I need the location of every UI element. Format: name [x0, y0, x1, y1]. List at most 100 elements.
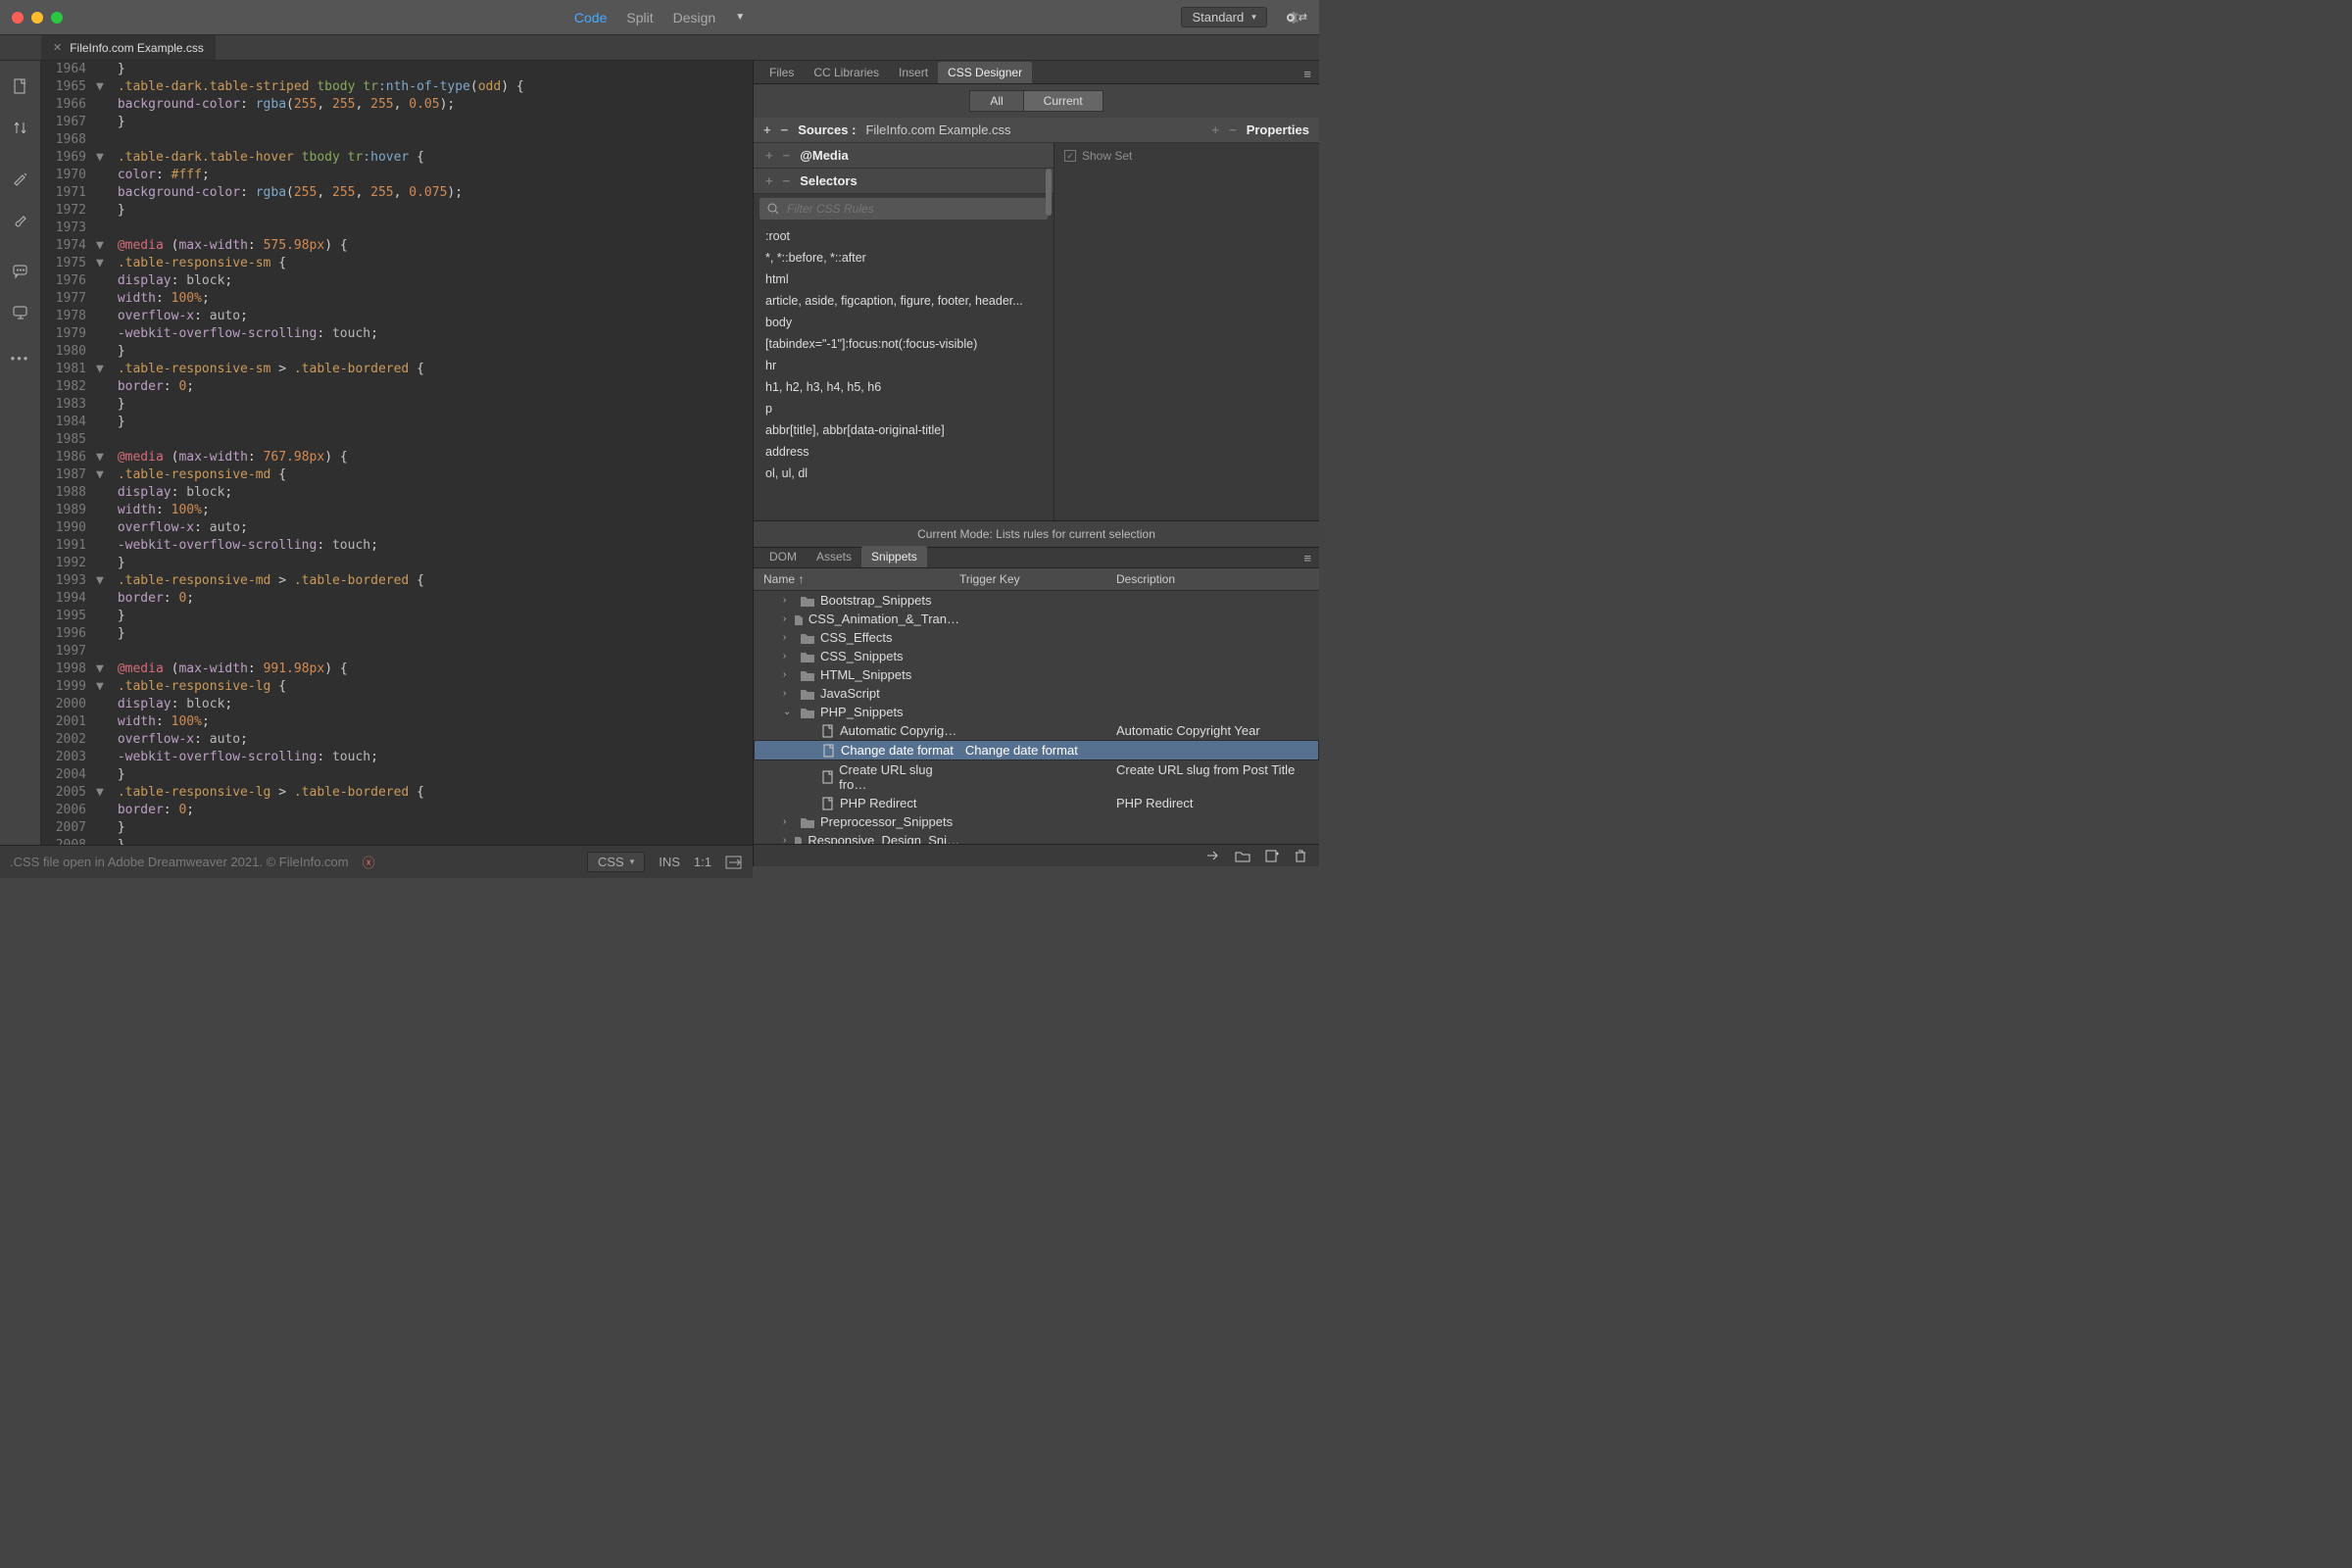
tab-files[interactable]: Files	[760, 62, 804, 83]
code-line[interactable]: 1967 }	[41, 114, 753, 131]
code-line[interactable]: 1991 -webkit-overflow-scrolling: touch;	[41, 537, 753, 555]
selector-item[interactable]: ol, ul, dl	[763, 463, 1044, 484]
selector-item[interactable]: article, aside, figcaption, figure, foot…	[763, 290, 1044, 312]
snippet-folder[interactable]: ›CSS_Snippets	[754, 647, 1319, 665]
remove-property-icon[interactable]: −	[1229, 122, 1237, 137]
filter-input[interactable]	[787, 202, 1040, 216]
col-trigger[interactable]: Trigger Key	[959, 572, 1116, 586]
selector-item[interactable]: html	[763, 269, 1044, 290]
snippet-folder[interactable]: ›JavaScript	[754, 684, 1319, 703]
tab-assets[interactable]: Assets	[807, 546, 861, 567]
code-line[interactable]: 1965▼ .table-dark.table-striped tbody tr…	[41, 78, 753, 96]
code-line[interactable]: 1988 display: block;	[41, 484, 753, 502]
tab-dom[interactable]: DOM	[760, 546, 807, 567]
code-line[interactable]: 1996 }	[41, 625, 753, 643]
selector-item[interactable]: abbr[title], abbr[data-original-title]	[763, 419, 1044, 441]
code-line[interactable]: 1980 }	[41, 343, 753, 361]
insert-mode[interactable]: INS	[659, 855, 680, 869]
view-split[interactable]: Split	[626, 10, 653, 25]
code-line[interactable]: 1990 overflow-x: auto;	[41, 519, 753, 537]
close-tab-icon[interactable]: ✕	[53, 41, 62, 54]
selector-item[interactable]: hr	[763, 355, 1044, 376]
code-line[interactable]: 1995 }	[41, 608, 753, 625]
sources-file[interactable]: FileInfo.com Example.css	[865, 122, 1010, 137]
code-line[interactable]: 1984 }	[41, 414, 753, 431]
code-line[interactable]: 2000 display: block;	[41, 696, 753, 713]
scrollbar-thumb[interactable]	[1046, 169, 1052, 216]
code-line[interactable]: 2004 }	[41, 766, 753, 784]
code-line[interactable]: 1997	[41, 643, 753, 661]
overflow-icon[interactable]	[725, 855, 743, 870]
snippet-folder[interactable]: ›CSS_Effects	[754, 628, 1319, 647]
code-line[interactable]: 1970 color: #fff;	[41, 167, 753, 184]
remove-source-icon[interactable]: −	[781, 122, 789, 137]
snippet-folder[interactable]: ›CSS_Animation_&_Tran…	[754, 610, 1319, 628]
code-line[interactable]: 1983 }	[41, 396, 753, 414]
col-name[interactable]: Name ↑	[763, 572, 959, 586]
show-set-toggle[interactable]: ✓ Show Set	[1064, 149, 1309, 163]
code-line[interactable]: 1977 width: 100%;	[41, 290, 753, 308]
language-select[interactable]: CSS ▾	[587, 852, 645, 872]
code-line[interactable]: 2002 overflow-x: auto;	[41, 731, 753, 749]
wand-icon[interactable]	[12, 171, 29, 188]
code-line[interactable]: 1985	[41, 431, 753, 449]
code-line[interactable]: 1993▼ .table-responsive-md > .table-bord…	[41, 572, 753, 590]
file-manage-icon[interactable]	[12, 78, 29, 96]
selector-item[interactable]: p	[763, 398, 1044, 419]
remove-selector-icon[interactable]: −	[783, 173, 791, 188]
tab-css-designer[interactable]: CSS Designer	[938, 62, 1032, 83]
close-window[interactable]	[12, 12, 24, 24]
code-line[interactable]: 1978 overflow-x: auto;	[41, 308, 753, 325]
lower-panel-menu-icon[interactable]: ≡	[1296, 549, 1319, 567]
snippet-folder[interactable]: ›Preprocessor_Snippets	[754, 812, 1319, 831]
add-property-icon[interactable]: +	[1212, 122, 1220, 137]
snippet-file[interactable]: Change date formatChange date format	[754, 740, 1319, 760]
code-line[interactable]: 1998▼ @media (max-width: 991.98px) {	[41, 661, 753, 678]
view-code[interactable]: Code	[574, 10, 607, 25]
snippet-folder[interactable]: ›HTML_Snippets	[754, 665, 1319, 684]
add-media-icon[interactable]: +	[765, 148, 773, 163]
sync-settings-icon[interactable]: ⇄	[1281, 10, 1307, 25]
code-line[interactable]: 2007 }	[41, 819, 753, 837]
snippet-new-icon[interactable]	[1264, 849, 1280, 862]
tab-insert[interactable]: Insert	[889, 62, 938, 83]
toggle-current[interactable]: Current	[1024, 90, 1103, 112]
snippet-folder[interactable]: ⌄PHP_Snippets	[754, 703, 1319, 721]
code-line[interactable]: 1981▼ .table-responsive-sm > .table-bord…	[41, 361, 753, 378]
remove-media-icon[interactable]: −	[783, 148, 791, 163]
view-more-icon[interactable]: ▼	[735, 12, 745, 23]
selector-item[interactable]: address	[763, 441, 1044, 463]
code-line[interactable]: 1974▼ @media (max-width: 575.98px) {	[41, 237, 753, 255]
selector-item[interactable]: body	[763, 312, 1044, 333]
code-line[interactable]: 1992 }	[41, 555, 753, 572]
code-line[interactable]: 2005▼ .table-responsive-lg > .table-bord…	[41, 784, 753, 802]
code-line[interactable]: 2006 border: 0;	[41, 802, 753, 819]
code-line[interactable]: 1971 background-color: rgba(255, 255, 25…	[41, 184, 753, 202]
code-line[interactable]: 1976 display: block;	[41, 272, 753, 290]
code-line[interactable]: 1979 -webkit-overflow-scrolling: touch;	[41, 325, 753, 343]
code-line[interactable]: 1968	[41, 131, 753, 149]
tab-snippets[interactable]: Snippets	[861, 546, 927, 567]
inspect-icon[interactable]	[12, 304, 29, 321]
brush-icon[interactable]	[12, 212, 29, 229]
snippet-file[interactable]: Automatic Copyrig…Automatic Copyright Ye…	[754, 721, 1319, 740]
code-line[interactable]: 1972 }	[41, 202, 753, 220]
more-icon[interactable]: •••	[11, 351, 30, 366]
add-selector-icon[interactable]: +	[765, 173, 773, 188]
code-line[interactable]: 2001 width: 100%;	[41, 713, 753, 731]
code-line[interactable]: 1982 border: 0;	[41, 378, 753, 396]
selector-item[interactable]: :root	[763, 225, 1044, 247]
view-design[interactable]: Design	[673, 10, 716, 25]
toggle-all[interactable]: All	[969, 90, 1023, 112]
code-line[interactable]: 1975▼ .table-responsive-sm {	[41, 255, 753, 272]
code-line[interactable]: 1999▼ .table-responsive-lg {	[41, 678, 753, 696]
snippet-folder-icon[interactable]	[1235, 849, 1250, 862]
updown-icon[interactable]	[12, 120, 29, 137]
code-line[interactable]: 1969▼ .table-dark.table-hover tbody tr:h…	[41, 149, 753, 167]
checkbox-icon[interactable]: ✓	[1064, 150, 1076, 162]
snippet-run-icon[interactable]	[1205, 849, 1221, 862]
tab-cc-libraries[interactable]: CC Libraries	[804, 62, 889, 83]
file-tab[interactable]: ✕ FileInfo.com Example.css	[41, 35, 216, 60]
selector-item[interactable]: h1, h2, h3, h4, h5, h6	[763, 376, 1044, 398]
snippet-delete-icon[interactable]	[1294, 849, 1307, 862]
